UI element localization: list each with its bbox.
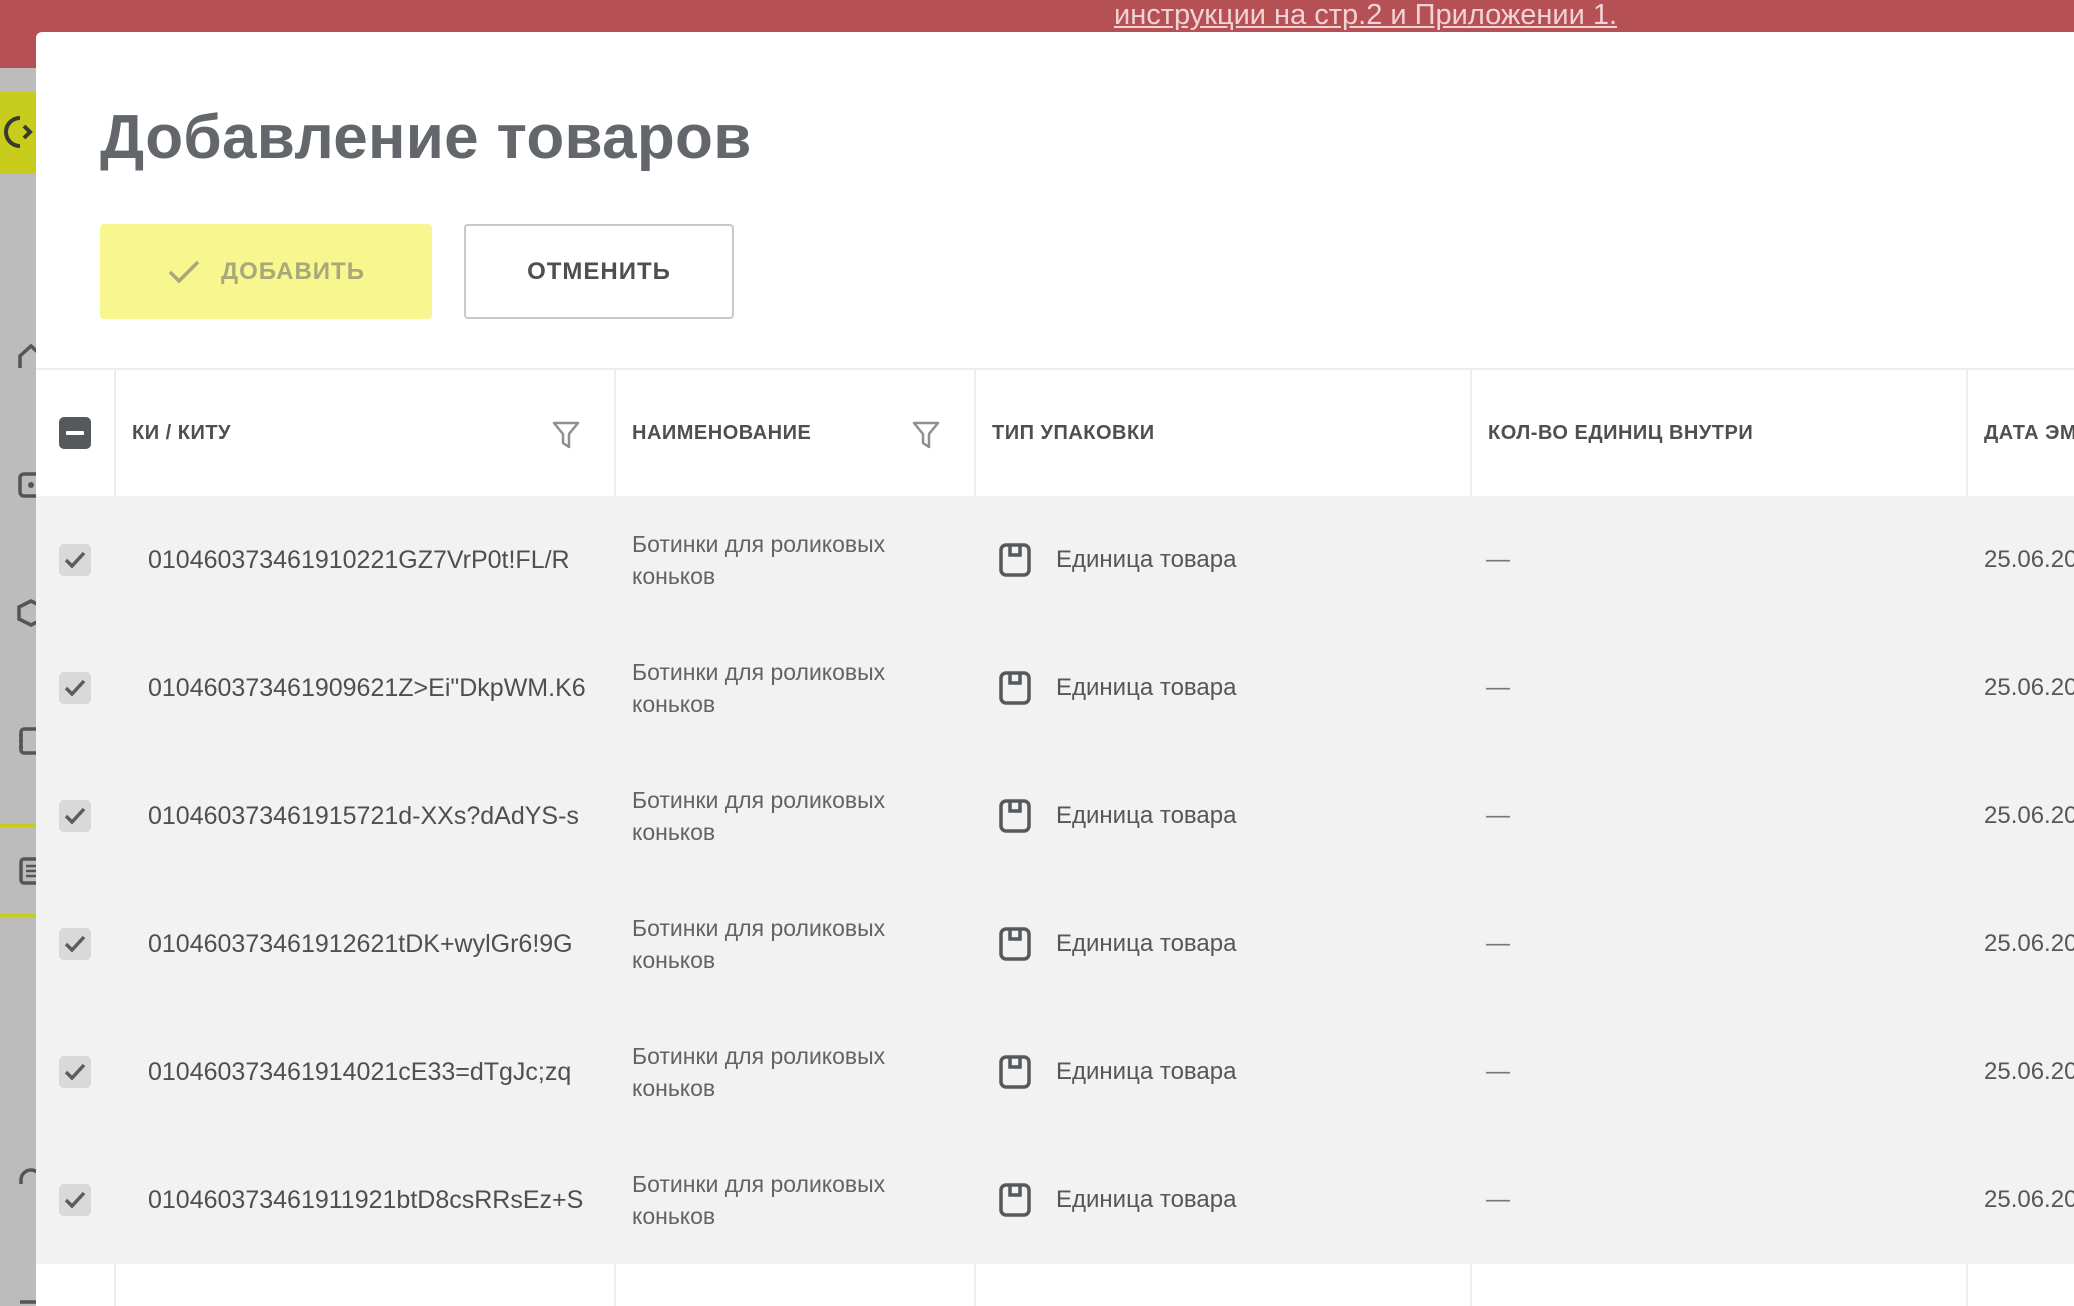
codes-icon[interactable] — [16, 470, 36, 500]
check-icon — [64, 679, 86, 697]
row-package-type: Единица товара — [1056, 802, 1237, 829]
active-indicator-top — [0, 824, 36, 827]
cancel-button-label: ОТМЕНИТЬ — [527, 257, 671, 285]
documents-icon[interactable] — [16, 856, 36, 886]
column-header-code[interactable]: КИ / КИТУ — [132, 370, 231, 496]
row-code: 010460373461909621Z>Ei"DkpWM.K6 — [148, 674, 586, 702]
table-row[interactable]: 010460373461910221GZ7VrP0t!FL/R Ботинки … — [36, 496, 2074, 624]
logout-icon[interactable] — [16, 1284, 36, 1306]
column-divider — [114, 370, 116, 496]
check-icon — [64, 807, 86, 825]
select-all-checkbox[interactable] — [59, 417, 91, 449]
ledger-icon[interactable] — [16, 726, 36, 756]
row-checkbox[interactable] — [59, 672, 91, 704]
column-divider — [1470, 1264, 1472, 1306]
row-code: 010460373461912621tDK+wylGr6!9G — [148, 930, 573, 958]
row-name: Ботинки для роликовых коньков — [632, 1171, 886, 1229]
check-icon — [64, 1191, 86, 1209]
row-checkbox[interactable] — [59, 800, 91, 832]
row-name: Ботинки для роликовых коньков — [632, 531, 886, 589]
row-name: Ботинки для роликовых коньков — [632, 659, 886, 717]
row-checkbox[interactable] — [59, 1056, 91, 1088]
package-unit-icon — [999, 1055, 1031, 1089]
row-emission-date: 25.06.20 — [1984, 546, 2074, 573]
row-name: Ботинки для роликовых коньков — [632, 915, 886, 973]
row-checkbox[interactable] — [59, 544, 91, 576]
row-package-type: Единица товара — [1056, 1058, 1237, 1085]
row-code: 010460373461911921btD8csRRsEz+S — [148, 1186, 584, 1214]
row-name: Ботинки для роликовых коньков — [632, 1043, 886, 1101]
column-divider — [974, 1264, 976, 1306]
column-divider — [1470, 370, 1472, 496]
column-divider — [114, 1264, 116, 1306]
row-units-inside: — — [1486, 546, 1510, 573]
column-divider — [1966, 370, 1968, 496]
row-units-inside: — — [1486, 1186, 1510, 1213]
table-row[interactable]: 010460373461914021cE33=dTgJc;zq Ботинки … — [36, 1008, 2074, 1136]
column-divider — [974, 370, 976, 496]
active-indicator-bottom — [0, 914, 36, 917]
table-header: КИ / КИТУ НАИМЕНОВАНИЕ ТИП УПАКОВКИ КОЛ-… — [36, 368, 2074, 496]
row-emission-date: 25.06.20 — [1984, 802, 2074, 829]
add-button-label: ДОБАВИТЬ — [221, 257, 365, 285]
table-row[interactable]: 010460373461911921btD8csRRsEz+S Ботинки … — [36, 1136, 2074, 1264]
modal-title: Добавление товаров — [100, 103, 752, 172]
table-row[interactable]: 010460373461912621tDK+wylGr6!9G Ботинки … — [36, 880, 2074, 1008]
check-icon — [64, 551, 86, 569]
package-unit-icon — [999, 799, 1031, 833]
home-icon[interactable] — [16, 342, 36, 372]
table-body: 010460373461910221GZ7VrP0t!FL/R Ботинки … — [36, 496, 2074, 1264]
row-emission-date: 25.06.20 — [1984, 1186, 2074, 1213]
app-logo[interactable] — [0, 92, 36, 174]
column-divider — [614, 370, 616, 496]
instructions-link[interactable]: инструкции на стр.2 и Приложении 1. — [1114, 0, 1617, 30]
filter-icon[interactable] — [552, 420, 580, 450]
support-icon[interactable] — [16, 1166, 36, 1196]
row-checkbox[interactable] — [59, 1184, 91, 1216]
row-emission-date: 25.06.20 — [1984, 674, 2074, 701]
row-code: 010460373461910221GZ7VrP0t!FL/R — [148, 546, 570, 574]
filter-icon[interactable] — [912, 420, 940, 450]
check-icon — [64, 1063, 86, 1081]
row-units-inside: — — [1486, 802, 1510, 829]
row-emission-date: 25.06.20 — [1984, 930, 2074, 957]
left-sidebar — [0, 68, 36, 1306]
row-emission-date: 25.06.20 — [1984, 1058, 2074, 1085]
column-header-package-type[interactable]: ТИП УПАКОВКИ — [992, 370, 1155, 496]
row-units-inside: — — [1486, 1058, 1510, 1085]
check-icon — [64, 935, 86, 953]
row-package-type: Единица товара — [1056, 930, 1237, 957]
row-units-inside: — — [1486, 674, 1510, 701]
column-divider — [614, 1264, 616, 1306]
row-units-inside: — — [1486, 930, 1510, 957]
add-button[interactable]: ДОБАВИТЬ — [100, 224, 432, 319]
cancel-button[interactable]: ОТМЕНИТЬ — [464, 224, 734, 319]
table-next-row-edge — [36, 1264, 2074, 1306]
row-name: Ботинки для роликовых коньков — [632, 787, 886, 845]
row-package-type: Единица товара — [1056, 1186, 1237, 1213]
logo-icon — [4, 116, 33, 148]
table-row[interactable]: 010460373461915721d-XXs?dAdYS-s Ботинки … — [36, 752, 2074, 880]
package-unit-icon — [999, 1183, 1031, 1217]
row-package-type: Единица товара — [1056, 546, 1237, 573]
row-code: 010460373461915721d-XXs?dAdYS-s — [148, 802, 579, 830]
package-unit-icon — [999, 671, 1031, 705]
add-goods-modal: Добавление товаров ДОБАВИТЬ ОТМЕНИТЬ КИ … — [36, 32, 2074, 1306]
table-row[interactable]: 010460373461909621Z>Ei"DkpWM.K6 Ботинки … — [36, 624, 2074, 752]
row-code: 010460373461914021cE33=dTgJc;zq — [148, 1058, 572, 1086]
goods-table: КИ / КИТУ НАИМЕНОВАНИЕ ТИП УПАКОВКИ КОЛ-… — [36, 368, 2074, 1306]
check-icon — [168, 260, 200, 283]
row-package-type: Единица товара — [1056, 674, 1237, 701]
box-icon[interactable] — [16, 598, 36, 628]
column-header-name[interactable]: НАИМЕНОВАНИЕ — [632, 370, 811, 496]
row-checkbox[interactable] — [59, 928, 91, 960]
column-header-units-inside[interactable]: КОЛ-ВО ЕДИНИЦ ВНУТРИ — [1488, 370, 1753, 496]
column-divider — [1966, 1264, 1968, 1306]
package-unit-icon — [999, 927, 1031, 961]
column-header-emission-date[interactable]: ДАТА ЭМ — [1984, 370, 2074, 496]
package-unit-icon — [999, 543, 1031, 577]
